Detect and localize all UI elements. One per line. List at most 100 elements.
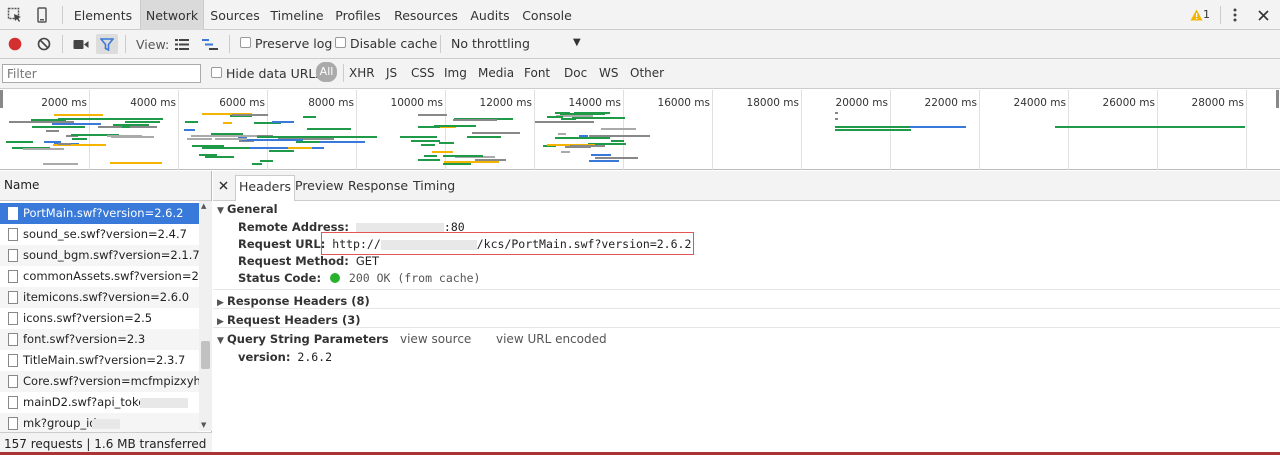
throttling-value: No throttling — [451, 36, 530, 51]
request-headers-section-header[interactable]: ▶ Request Headers (3) — [217, 313, 360, 327]
waterfall-bar — [443, 155, 484, 157]
tab-console[interactable]: Console — [520, 0, 574, 30]
request-row[interactable]: commonAssets.swf?version=2.6.0 — [0, 266, 199, 287]
file-icon — [8, 249, 18, 262]
request-row[interactable]: sound_se.swf?version=2.4.7 — [0, 224, 199, 245]
tab-resources[interactable]: Resources — [391, 0, 461, 30]
file-icon — [8, 291, 18, 304]
general-section-header[interactable]: ▼ General — [217, 202, 278, 216]
waterfall-bar — [910, 126, 966, 128]
waterfall-bar — [43, 163, 78, 165]
device-mode-icon[interactable] — [34, 6, 50, 24]
hide-data-urls-checkbox[interactable] — [211, 67, 222, 78]
large-rows-icon[interactable] — [173, 36, 191, 52]
waterfall-bar — [242, 139, 304, 141]
overview-drag-handle-right[interactable] — [1276, 90, 1279, 108]
record-icon[interactable] — [7, 36, 23, 52]
expanded-triangle-icon: ▼ — [217, 206, 224, 216]
tab-timing[interactable]: Timing — [410, 175, 458, 201]
view-url-encoded-link[interactable]: view URL encoded — [496, 332, 607, 346]
waterfall-bar — [257, 136, 320, 138]
request-url-path[interactable]: /kcs/PortMain.swf?version=2.6.2 — [477, 237, 692, 251]
response-headers-section-header[interactable]: ▶ Response Headers (8) — [217, 294, 370, 308]
filter-type-xhr[interactable]: XHR — [349, 66, 375, 80]
hide-data-urls-label[interactable]: Hide data URLs — [226, 66, 322, 81]
request-name: sound_bgm.swf?version=2.1.7 — [23, 248, 199, 262]
close-details-icon[interactable] — [217, 179, 229, 191]
request-list-scrollbar[interactable]: ▲ ▼ — [199, 201, 212, 431]
view-source-link[interactable]: view source — [400, 332, 471, 346]
query-param-row: version: 2.6.2 — [238, 350, 332, 364]
waterfall-bar — [252, 163, 263, 165]
waterfall-bar — [269, 150, 294, 152]
disable-cache-checkbox[interactable] — [335, 37, 346, 48]
query-string-section-header[interactable]: ▼ Query String Parameters — [217, 332, 389, 346]
tab-timeline[interactable]: Timeline — [268, 0, 326, 30]
warning-count[interactable]: 1 — [1203, 8, 1210, 21]
waterfall-bar — [222, 122, 233, 124]
waterfall-bar — [595, 157, 638, 159]
waterfall-bar — [554, 112, 571, 114]
tab-sources[interactable]: Sources — [206, 0, 264, 30]
warning-icon[interactable] — [1189, 8, 1203, 22]
disable-cache-label[interactable]: Disable cache — [350, 36, 437, 51]
filter-type-other[interactable]: Other — [630, 66, 664, 80]
waterfall-bar — [183, 129, 196, 131]
name-column-header[interactable]: Name — [0, 171, 211, 201]
request-row[interactable]: sound_bgm.swf?version=2.1.7 — [0, 245, 199, 266]
filter-type-font[interactable]: Font — [524, 66, 550, 80]
filter-type-css[interactable]: CSS — [411, 66, 435, 80]
request-method-row: Request Method: GET — [238, 254, 379, 268]
request-row[interactable]: Core.swf?version=mcfmpizxyhiu — [0, 371, 199, 392]
inspect-element-icon[interactable] — [6, 7, 24, 23]
overview-waterfall-icon[interactable] — [201, 36, 219, 52]
waterfall-bar — [560, 151, 571, 153]
tab-profiles[interactable]: Profiles — [331, 0, 385, 30]
overview-drag-handle-left[interactable] — [0, 90, 3, 108]
request-name: commonAssets.swf?version=2.6.0 — [23, 269, 199, 283]
scrollbar-thumb[interactable] — [201, 341, 210, 369]
filter-type-media[interactable]: Media — [478, 66, 514, 80]
request-name: TitleMain.swf?version=2.3.7 — [23, 353, 186, 367]
network-overview-timeline[interactable]: 2000 ms 4000 ms 6000 ms 8000 ms 10000 ms… — [0, 90, 1280, 170]
request-url-prefix[interactable]: http:// — [332, 237, 380, 251]
scroll-down-arrow-icon[interactable]: ▼ — [201, 421, 206, 429]
tab-response[interactable]: Response — [345, 175, 411, 201]
request-row[interactable]: mainD2.swf?api_token= — [0, 392, 199, 413]
scroll-up-arrow-icon[interactable]: ▲ — [201, 202, 206, 210]
filter-type-doc[interactable]: Doc — [564, 66, 587, 80]
status-code-value: 200 OK (from cache) — [348, 271, 481, 285]
filter-icon[interactable] — [96, 34, 118, 54]
tab-audits[interactable]: Audits — [466, 0, 514, 30]
tab-headers[interactable]: Headers — [235, 175, 296, 201]
throttling-select[interactable]: No throttling ▼ — [451, 36, 583, 51]
filter-type-img[interactable]: Img — [444, 66, 467, 80]
preserve-log-label[interactable]: Preserve log — [255, 36, 332, 51]
waterfall-bar — [30, 119, 66, 121]
tab-preview[interactable]: Preview — [292, 175, 347, 201]
detail-tab-bar: Headers Preview Response Timing — [213, 171, 1280, 201]
request-row[interactable]: TitleMain.swf?version=2.3.7 — [0, 350, 199, 371]
network-toolbar: View: Preserve log Disable cache No thro… — [0, 30, 1280, 59]
filter-type-ws[interactable]: WS — [599, 66, 618, 80]
clear-icon[interactable] — [36, 36, 52, 52]
tick-label: 18000 ms — [746, 97, 799, 109]
preserve-log-checkbox[interactable] — [240, 37, 251, 48]
file-icon — [8, 417, 18, 430]
more-options-icon[interactable] — [1228, 6, 1242, 24]
filter-input[interactable] — [2, 64, 201, 83]
close-devtools-icon[interactable] — [1255, 7, 1271, 23]
waterfall-bar — [399, 136, 437, 138]
capture-screenshots-icon[interactable] — [72, 36, 90, 52]
file-icon — [8, 333, 18, 346]
request-row[interactable]: icons.swf?version=2.5 — [0, 308, 199, 329]
request-row[interactable]: font.swf?version=2.3 — [0, 329, 199, 350]
request-row[interactable]: PortMain.swf?version=2.6.2 — [0, 203, 199, 224]
filter-type-all[interactable]: All — [316, 62, 337, 82]
request-row[interactable]: mk?group_id= — [0, 413, 199, 434]
waterfall-bar — [307, 128, 351, 130]
request-row[interactable]: itemicons.swf?version=2.6.0 — [0, 287, 199, 308]
tab-network[interactable]: Network — [140, 0, 204, 30]
tab-elements[interactable]: Elements — [70, 0, 136, 30]
filter-type-js[interactable]: JS — [386, 66, 397, 80]
